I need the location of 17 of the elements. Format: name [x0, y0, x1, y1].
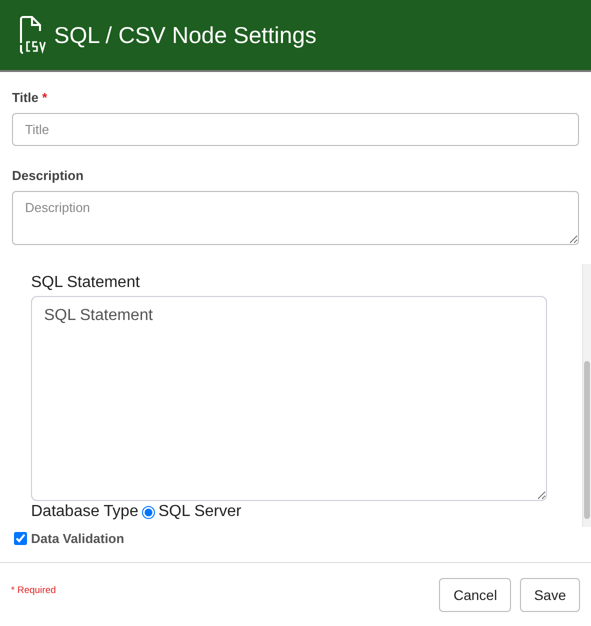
required-note: * Required [11, 585, 56, 596]
cancel-button[interactable]: Cancel [439, 578, 512, 612]
field-label: Title * [12, 90, 48, 105]
radio-button[interactable] [142, 506, 156, 518]
field-label: Description [12, 168, 85, 183]
scrollbar[interactable] [582, 264, 591, 527]
input-field[interactable]: Title [12, 113, 579, 146]
radio-label: SQL Server [158, 503, 242, 521]
field-label: Database Type [31, 503, 138, 521]
save-button[interactable]: Save [520, 578, 580, 612]
scrollbar-thumb[interactable] [584, 361, 590, 519]
checkbox[interactable] [14, 532, 27, 545]
checkbox-label: Data Validation [31, 531, 124, 546]
field-label: SQL Statement [31, 274, 141, 292]
input-field[interactable]: Description [12, 191, 579, 245]
window-title: SQL / CSV Node Settings [54, 22, 317, 48]
sql-input-field[interactable]: SQL Statement [31, 296, 547, 501]
